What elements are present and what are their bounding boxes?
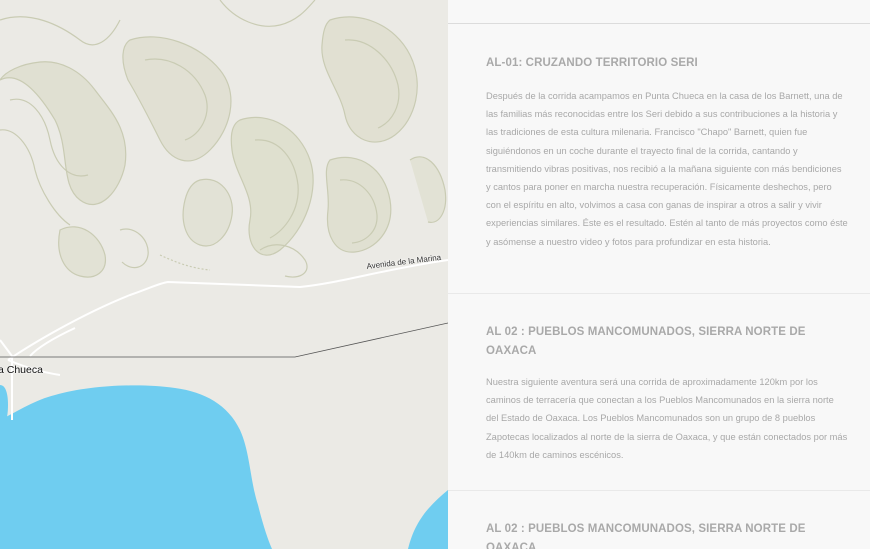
top-divider	[448, 23, 870, 24]
story-divider	[448, 490, 870, 491]
story-divider	[448, 293, 870, 294]
story-title[interactable]: AL 02 : PUEBLOS MANCOMUNADOS, SIERRA NOR…	[486, 323, 848, 361]
story-body: Nuestra siguiente aventura será una corr…	[486, 377, 848, 460]
town-label: a Chueca	[0, 364, 43, 376]
story-body: Después de la corrida acampamos en Punta…	[486, 91, 848, 247]
story-item[interactable]: AL 02 : PUEBLOS MANCOMUNADOS, SIERRA NOR…	[486, 520, 848, 549]
map-canvas[interactable]	[0, 0, 448, 549]
story-title[interactable]: AL 02 : PUEBLOS MANCOMUNADOS, SIERRA NOR…	[486, 520, 848, 549]
story-title[interactable]: AL-01: CRUZANDO TERRITORIO SERI	[486, 54, 848, 73]
story-item[interactable]: AL-01: CRUZANDO TERRITORIO SERI Después …	[486, 54, 848, 251]
map[interactable]: a Chueca Avenida de la Marina	[0, 0, 448, 549]
story-panel[interactable]: AL-01: CRUZANDO TERRITORIO SERI Después …	[448, 0, 870, 549]
story-item[interactable]: AL 02 : PUEBLOS MANCOMUNADOS, SIERRA NOR…	[486, 323, 848, 464]
